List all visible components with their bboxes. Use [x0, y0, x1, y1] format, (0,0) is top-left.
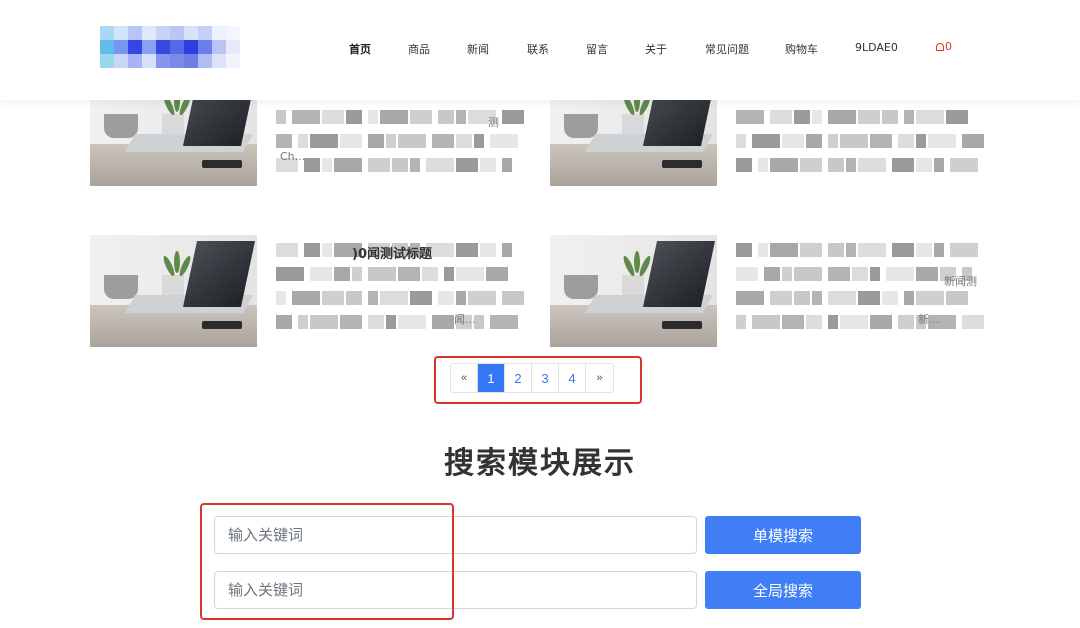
logo-pixel [156, 54, 170, 68]
logo-pixel [142, 40, 156, 54]
global-search-button[interactable]: 全局搜索 [705, 571, 861, 609]
nav-item-7[interactable]: 常见问题 [705, 41, 749, 57]
notification-badge[interactable]: 0 [936, 40, 952, 53]
logo-pixel [226, 54, 240, 68]
logo-pixel [212, 54, 226, 68]
logo-pixel [128, 26, 142, 40]
logo-pixel [212, 26, 226, 40]
notification-count: 0 [945, 40, 952, 53]
news-summary-fragment: 新... [918, 313, 940, 326]
news-summary-fragment: Ch... [280, 150, 306, 163]
pagination-page-3[interactable]: 3 [532, 364, 559, 392]
pagination-prev[interactable]: « [451, 364, 478, 392]
logo-pixel [100, 40, 114, 54]
pagination-page-1[interactable]: 1 [478, 364, 505, 392]
pagination-page-4[interactable]: 4 [559, 364, 586, 392]
logo-pixel [198, 54, 212, 68]
news-thumbnail-image[interactable] [90, 235, 257, 347]
news-thumbnail-image[interactable] [550, 235, 717, 347]
logo-pixel [226, 26, 240, 40]
logo-pixel [198, 40, 212, 54]
logo-pixel [170, 26, 184, 40]
logo-pixel [198, 26, 212, 40]
news-text-pixelated [276, 110, 524, 182]
pagination: « 1 2 3 4 » [450, 363, 614, 393]
nav-item-1[interactable]: 首页 [349, 41, 371, 57]
logo-pixel [156, 26, 170, 40]
site-header: 首页 商品 新闻 联系 留言 关于 常见问题 购物车 9LDAE0 0 [0, 0, 1080, 100]
news-summary-fragment: 闻... [454, 313, 476, 326]
logo-pixel [156, 40, 170, 54]
logo-pixel [128, 54, 142, 68]
logo-pixel [114, 40, 128, 54]
nav-item-5[interactable]: 留言 [586, 41, 608, 57]
nav-item-9[interactable]: 9LDAE0 [855, 41, 898, 54]
nav-item-6[interactable]: 关于 [645, 41, 667, 57]
logo-pixel [114, 54, 128, 68]
search-module-title: 搜索模块展示 [444, 446, 636, 481]
news-title-fragment: 新闻测 [944, 275, 977, 288]
logo-pixel [128, 40, 142, 54]
logo-pixel [226, 40, 240, 54]
bell-icon [936, 43, 944, 51]
logo-pixel [184, 54, 198, 68]
news-card[interactable]: )0闻测试标题闻... [90, 235, 524, 347]
search-inputs-highlight [200, 503, 454, 620]
logo-pixel [142, 54, 156, 68]
logo-pixel [184, 40, 198, 54]
nav-item-4[interactable]: 联系 [527, 41, 549, 57]
news-title-fragment: )0闻测试标题 [352, 247, 432, 262]
logo-pixel [170, 40, 184, 54]
nav-item-2[interactable]: 商品 [408, 41, 430, 57]
pagination-next[interactable]: » [586, 364, 613, 392]
news-card[interactable]: 新闻测新... [550, 235, 984, 347]
logo-pixel [184, 26, 198, 40]
single-search-button[interactable]: 单模搜索 [705, 516, 861, 554]
logo-pixel [142, 26, 156, 40]
logo-pixel [100, 54, 114, 68]
news-text-pixelated [736, 243, 984, 339]
logo-pixel [212, 40, 226, 54]
nav-item-8[interactable]: 购物车 [785, 41, 818, 57]
news-text-pixelated [736, 110, 984, 182]
site-logo[interactable] [100, 26, 250, 70]
pagination-page-2[interactable]: 2 [505, 364, 532, 392]
logo-pixel [100, 26, 114, 40]
nav-item-3[interactable]: 新闻 [467, 41, 489, 57]
news-title-fragment: 测 [488, 116, 499, 129]
logo-pixel [170, 54, 184, 68]
logo-pixel [114, 26, 128, 40]
